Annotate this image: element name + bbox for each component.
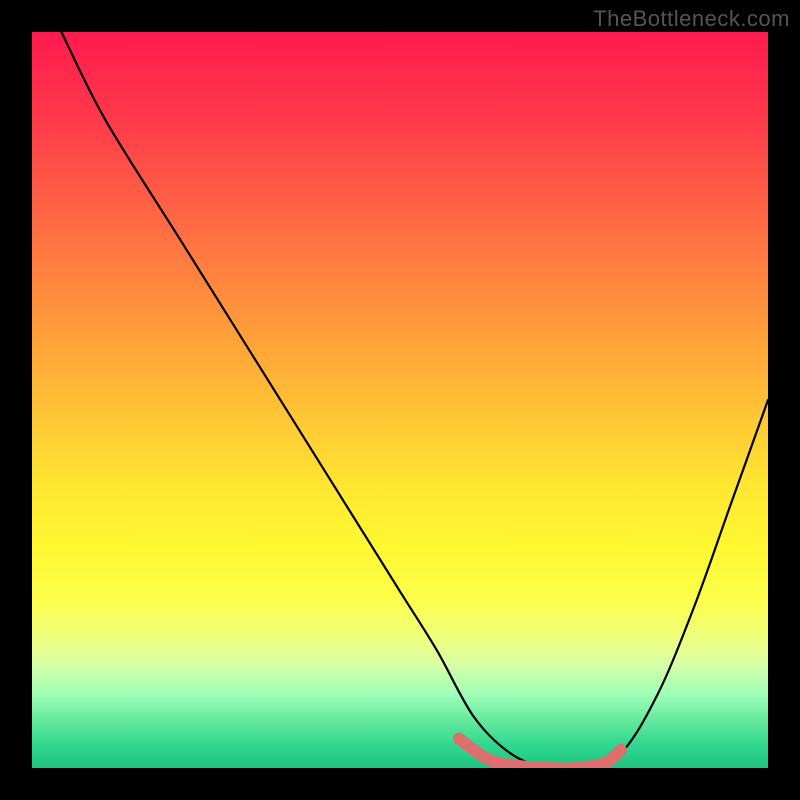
- watermark-text: TheBottleneck.com: [593, 6, 790, 32]
- bottleneck-curve-path: [61, 32, 768, 768]
- optimal-zone-marker-dot-left-2: [483, 754, 493, 764]
- chart-svg: [32, 32, 768, 768]
- chart-frame: TheBottleneck.com: [0, 0, 800, 800]
- optimal-zone-marker-path: [459, 739, 621, 768]
- optimal-zone-marker-dot-left: [453, 733, 465, 745]
- plot-area: [32, 32, 768, 768]
